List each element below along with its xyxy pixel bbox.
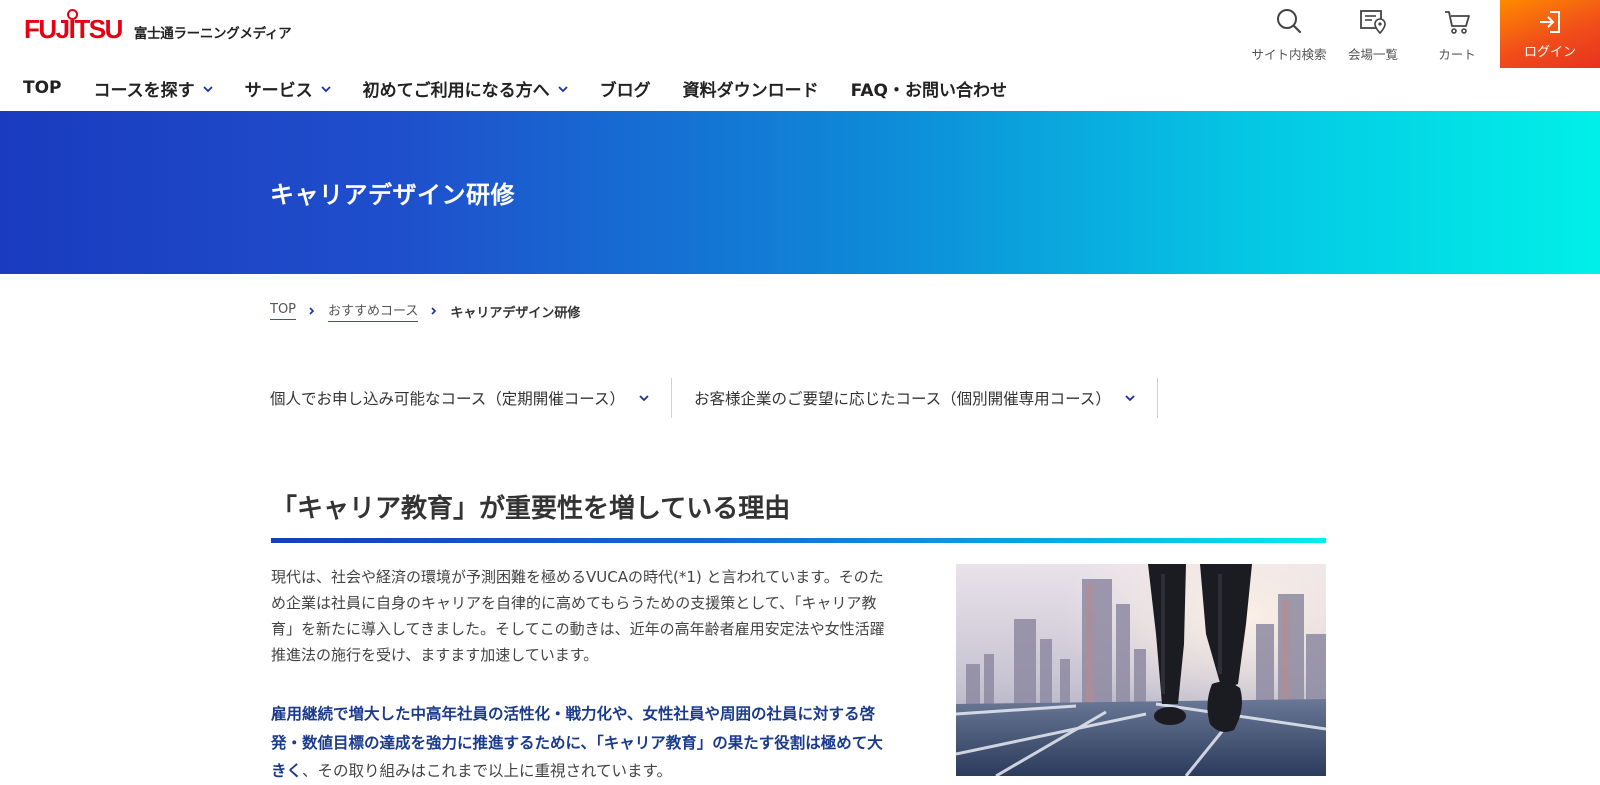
venue-list-button[interactable]: 会場一覧: [1330, 6, 1416, 63]
breadcrumb-link-top[interactable]: TOP: [270, 302, 297, 320]
site-search-button[interactable]: サイト内検索: [1246, 6, 1332, 63]
logo-infinity-dot: [67, 9, 78, 20]
course-tab-label: お客様企業のご要望に応じたコース（個別開催専用コース）: [693, 390, 1111, 408]
businessman-walking-city-photo: [956, 564, 1326, 776]
fujitsu-logo[interactable]: FUJITSU 富士通ラーニングメディア: [24, 9, 292, 44]
chevron-right-icon: [309, 307, 315, 315]
nav-item-services[interactable]: サービス: [245, 76, 331, 101]
nav-item-faq-contact[interactable]: FAQ・お問い合わせ: [851, 76, 1007, 101]
nav-item-label: コースを探す: [93, 80, 195, 101]
nav-item-label: 資料ダウンロード: [682, 80, 819, 101]
nav-item-label: ブログ: [599, 80, 651, 101]
site-search-label: サイト内検索: [1251, 47, 1327, 62]
page-title: キャリアデザイン研修: [270, 181, 515, 209]
nav-item-label: FAQ・お問い合わせ: [850, 80, 1007, 101]
chevron-down-icon: [1125, 395, 1135, 402]
emphasis-rest-text: 、その取り組みはこれまで以上に重視されています。: [302, 762, 673, 780]
nav-item-downloads[interactable]: 資料ダウンロード: [683, 76, 819, 101]
login-icon: [1540, 10, 1560, 33]
nav-item-label: 初めてご利用になる方へ: [362, 80, 550, 101]
site-header: FUJITSU 富士通ラーニングメディア サイト内検索 会場一覧 カート ログイ…: [0, 0, 1600, 111]
login-label: ログイン: [1523, 44, 1576, 60]
nav-item-blog[interactable]: ブログ: [600, 76, 651, 101]
nav-item-top[interactable]: TOP: [23, 78, 62, 98]
emphasis-paragraph: 雇用継続で増大した中高年社員の活性化・戦力化や、女性社員や周囲の社員に対する啓発…: [271, 700, 889, 785]
logo-subtitle: 富士通ラーニングメディア: [133, 26, 292, 42]
venue-list-label: 会場一覧: [1347, 47, 1398, 62]
venue-map-icon: [1360, 10, 1386, 35]
corporate-courses-dropdown[interactable]: お客様企業のご要望に応じたコース（個別開催専用コース）: [694, 378, 1135, 418]
chevron-down-icon: [639, 395, 649, 402]
search-icon: [1277, 9, 1302, 34]
global-nav: TOP コースを探す サービス 初めてご利用になる方へ ブログ 資料ダウンロード…: [23, 76, 1039, 101]
breadcrumb-current: キャリアデザイン研修: [450, 305, 581, 321]
cart-icon: [1445, 11, 1470, 34]
nav-item-find-course[interactable]: コースを探す: [94, 76, 213, 101]
course-tab-label: 個人でお申し込み可能なコース（定期開催コース）: [270, 390, 625, 408]
tab-divider: [670, 378, 672, 418]
breadcrumb-link-recommended[interactable]: おすすめコース: [328, 300, 419, 322]
cart-button[interactable]: カート: [1414, 6, 1500, 63]
breadcrumb: TOP おすすめコース キャリアデザイン研修: [270, 300, 580, 322]
logo-mark: FUJITSU: [24, 9, 123, 44]
chevron-right-icon: [431, 307, 437, 315]
tab-divider: [1156, 378, 1158, 418]
hero-photo-illustration: [956, 564, 1326, 776]
cart-label: カート: [1438, 47, 1476, 62]
course-type-selector: 個人でお申し込み可能なコース（定期開催コース） お客様企業のご要望に応じたコース…: [270, 378, 1180, 418]
login-button[interactable]: ログイン: [1500, 0, 1600, 68]
chevron-down-icon: [203, 86, 213, 93]
individual-courses-dropdown[interactable]: 個人でお申し込み可能なコース（定期開催コース）: [270, 378, 649, 418]
page-hero-banner: キャリアデザイン研修: [0, 111, 1600, 274]
section-heading-underline: [271, 538, 1326, 543]
nav-item-label: TOP: [23, 78, 62, 98]
nav-item-label: サービス: [244, 80, 313, 101]
section-heading: 「キャリア教育」が重要性を増している理由: [271, 494, 791, 524]
chevron-down-icon: [558, 86, 568, 93]
chevron-down-icon: [321, 86, 331, 93]
nav-item-first-time[interactable]: 初めてご利用になる方へ: [363, 76, 568, 101]
intro-paragraph: 現代は、社会や経済の環境が予測困難を極めるVUCAの時代(*1) と言われていま…: [271, 568, 885, 664]
